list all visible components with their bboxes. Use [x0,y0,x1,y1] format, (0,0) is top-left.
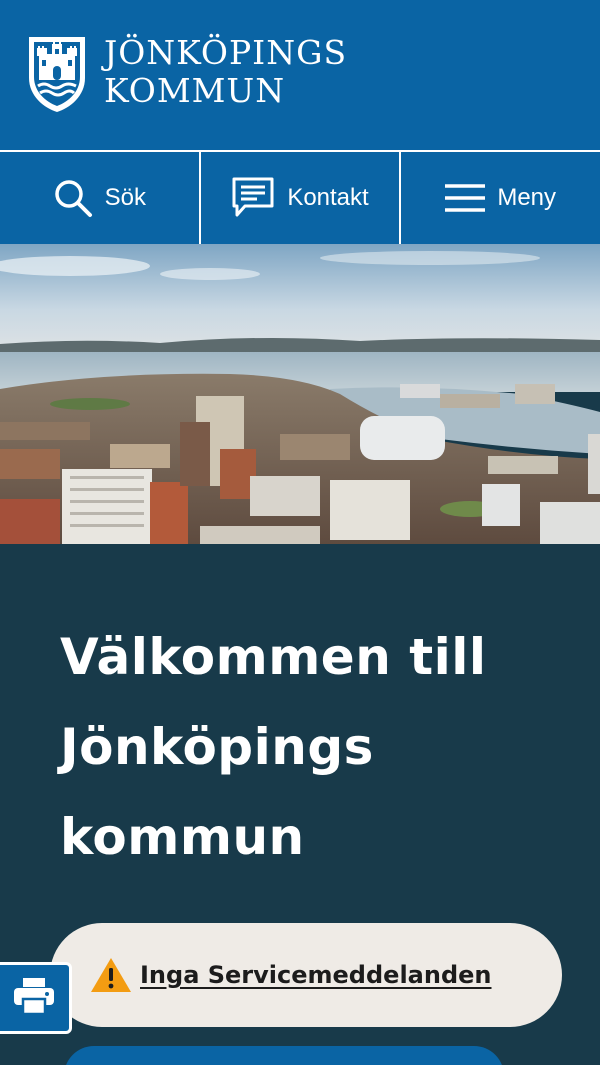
welcome-line3: kommun [60,808,305,866]
service-messages-button[interactable]: Inga Servicemeddelanden [50,923,562,1027]
nav-contact-button[interactable]: Kontakt [198,152,400,244]
welcome-line2: Jönköpings [60,718,374,776]
next-section-button[interactable] [64,1046,504,1065]
service-messages-link[interactable]: Inga Servicemeddelanden [140,961,492,989]
hamburger-menu-icon [445,183,486,213]
welcome-heading: Välkommen till Jönköpings kommun [60,612,560,882]
castle-crest-icon [29,37,85,112]
welcome-line1: Välkommen till [60,628,487,686]
home-logo-link[interactable]: JÖNKÖPINGS KOMMUN [26,34,366,116]
nav-menu-label: Meny [497,184,557,211]
logo-line2: KOMMUN [104,71,286,110]
site-header: JÖNKÖPINGS KOMMUN [0,0,600,150]
printer-icon [13,977,55,1019]
chat-icon [231,176,275,220]
search-icon [53,178,93,218]
nav-search-button[interactable]: Sök [0,152,199,244]
aerial-city-photo [0,244,600,544]
hero-image [0,244,600,544]
page: JÖNKÖPINGS KOMMUN Sök Kontakt Meny Välko… [0,0,600,1065]
nav-contact-label: Kontakt [287,184,369,211]
nav-menu-button[interactable]: Meny [399,152,600,244]
logo-wordmark: JÖNKÖPINGS KOMMUN [104,34,347,110]
print-button[interactable] [0,962,72,1034]
main-nav: Sök Kontakt Meny [0,150,600,244]
nav-search-label: Sök [104,184,147,211]
logo-line1: JÖNKÖPINGS [104,33,348,72]
warning-icon [90,957,132,993]
